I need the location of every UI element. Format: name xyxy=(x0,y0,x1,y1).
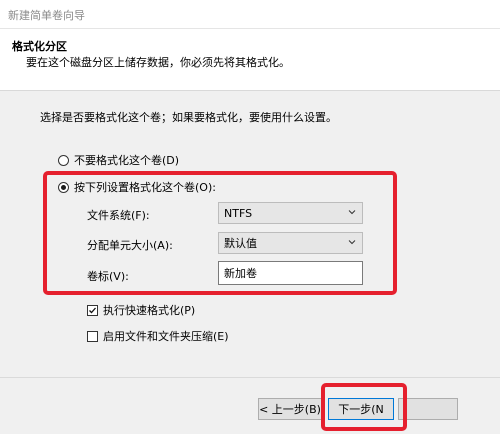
wizard-header: 格式化分区 要在这个磁盘分区上储存数据，你必须先将其格式化。 xyxy=(0,29,500,91)
quick-format-checkbox[interactable]: 执行快速格式化(P) xyxy=(87,302,195,318)
back-button[interactable]: < 上一步(B) xyxy=(258,398,322,420)
checkbox-icon xyxy=(87,330,98,342)
title-bar: 新建简单卷向导 xyxy=(0,0,500,29)
wizard-footer: < 上一步(B) 下一步(N xyxy=(0,377,500,434)
page-subtitle: 要在这个磁盘分区上储存数据，你必须先将其格式化。 xyxy=(26,56,290,69)
compression-checkbox[interactable]: 启用文件和文件夹压缩(E) xyxy=(87,328,229,344)
checkbox-checked-icon xyxy=(87,304,98,316)
no-format-radio[interactable]: 不要格式化这个卷(D) xyxy=(58,152,179,168)
highlight-box-settings xyxy=(43,171,397,295)
highlight-box-next xyxy=(321,383,407,431)
radio-icon xyxy=(58,154,69,166)
compression-label: 启用文件和文件夹压缩(E) xyxy=(103,330,229,343)
page-title: 格式化分区 xyxy=(12,40,67,53)
intro-text: 选择是否要格式化这个卷；如果要格式化，要使用什么设置。 xyxy=(40,111,337,124)
no-format-label: 不要格式化这个卷(D) xyxy=(74,154,180,167)
cancel-button[interactable] xyxy=(398,398,458,420)
window-title: 新建简单卷向导 xyxy=(8,9,85,22)
quick-format-label: 执行快速格式化(P) xyxy=(103,304,196,317)
